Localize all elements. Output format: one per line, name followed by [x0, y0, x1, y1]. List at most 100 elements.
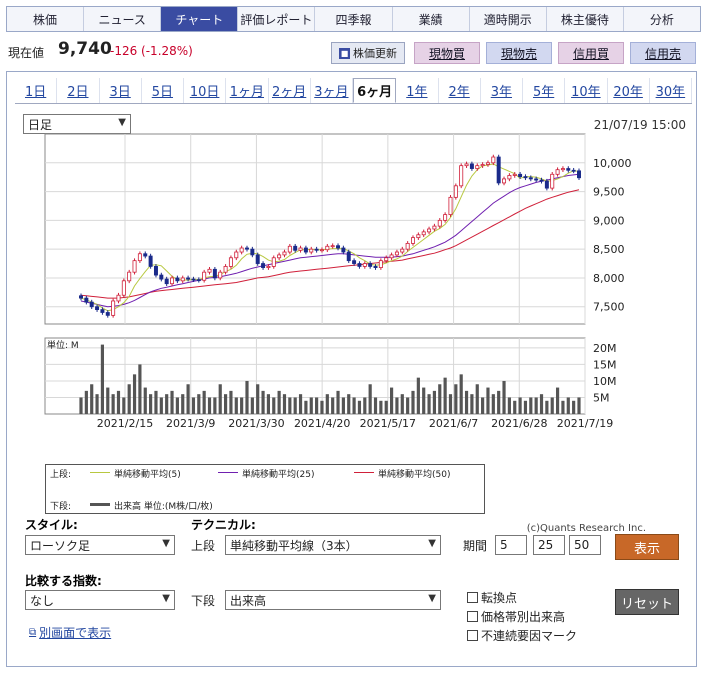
candle-body	[378, 260, 383, 268]
candle-body	[153, 266, 158, 276]
candle-body	[250, 248, 255, 256]
price-change: -126 (-1.28%)	[110, 44, 193, 58]
candle-body	[432, 225, 437, 230]
nav-tab[interactable]: 四季報	[315, 7, 393, 31]
sell-spot-button[interactable]: 現物売	[486, 42, 552, 64]
checkbox-box[interactable]	[467, 592, 478, 603]
open-new-window-link[interactable]: ⧉ 別画面で表示	[29, 624, 111, 641]
candle-body	[352, 260, 357, 264]
current-price-label: 現在値	[8, 46, 45, 60]
technical-label: テクニカル:	[191, 518, 256, 532]
period-tab[interactable]: 30年	[650, 78, 692, 103]
candle-body	[437, 219, 442, 227]
nav-tab[interactable]: 業績	[392, 7, 470, 31]
volume-bar	[127, 384, 131, 414]
nav-tab[interactable]: チャート	[161, 7, 239, 31]
volume-bar	[411, 390, 415, 414]
refresh-icon: ■	[339, 47, 350, 59]
period-tab[interactable]: 5日	[142, 78, 184, 103]
period-tab[interactable]: 10日	[184, 78, 227, 103]
period-label: 期間	[463, 539, 488, 553]
volume-bar	[100, 344, 105, 414]
show-button[interactable]: 表示	[615, 534, 679, 560]
style-select[interactable]: ローソク足 ▼	[25, 535, 175, 555]
nav-tab[interactable]: ニュース	[84, 7, 162, 31]
volume-bar	[347, 394, 351, 414]
candle-body	[523, 176, 528, 179]
candle-body	[528, 177, 533, 180]
lower-indicator-select[interactable]: 出来高 ▼	[225, 590, 441, 610]
candle-body	[207, 268, 212, 273]
candle-body	[496, 156, 501, 184]
candle-body	[443, 214, 448, 221]
upper-indicator-select[interactable]: 単純移動平均線（3本） ▼	[225, 535, 441, 555]
candle-body	[373, 266, 378, 268]
volume-bar	[550, 397, 554, 414]
volume-bar	[165, 394, 169, 414]
buy-margin-button[interactable]: 信用買	[558, 42, 624, 64]
candle-body	[518, 173, 523, 178]
compare-index-select[interactable]: なし ▼	[25, 590, 175, 610]
buy-spot-button[interactable]: 現物買	[414, 42, 480, 64]
refresh-price-button[interactable]: ■ 株価更新	[331, 42, 405, 64]
nav-tab[interactable]: 評価レポート	[238, 7, 316, 31]
volume-bar	[325, 394, 329, 414]
sell-margin-button[interactable]: 信用売	[630, 42, 696, 64]
nav-tab[interactable]: 分析	[623, 7, 700, 31]
candlestick-chart: 10,000 9,500 9,000 8,500 8,000 7,500 20M 15M 10M…	[44, 133, 632, 430]
nav-tab[interactable]: 株価	[7, 7, 85, 31]
period-tab[interactable]: 5年	[523, 78, 566, 103]
volume-by-price-checkbox[interactable]: 価格帯別出来高	[467, 608, 565, 625]
period-tab[interactable]: 3年	[481, 78, 523, 103]
candle-body	[271, 257, 276, 267]
candle-body	[202, 271, 207, 281]
period-tab[interactable]: 1ヶ月	[226, 78, 269, 103]
period-tab[interactable]: 1年	[396, 78, 439, 103]
turning-point-checkbox[interactable]: 転換点	[467, 589, 517, 606]
volume-bar	[497, 390, 501, 414]
period-input-1[interactable]: 5	[495, 535, 527, 555]
period-tab[interactable]: 10年	[565, 78, 608, 103]
period-input-3[interactable]: 50	[569, 535, 601, 555]
volume-bar	[272, 397, 276, 414]
period-tab[interactable]: 3日	[100, 78, 142, 103]
checkbox-box[interactable]	[467, 611, 478, 622]
period-tab[interactable]: 2ヶ月	[269, 78, 311, 103]
x-tick-label: 2021/4/20	[294, 417, 350, 430]
price-tick-label: 8,500	[593, 243, 625, 256]
lower-indicator-value: 出来高	[230, 593, 267, 608]
candle-body	[116, 294, 121, 302]
volume-bar	[481, 397, 485, 414]
discontinuity-mark-checkbox[interactable]: 不連続要因マーク	[467, 627, 577, 644]
chevron-down-icon: ▼	[162, 593, 170, 604]
candle-body	[560, 168, 565, 171]
upper-indicator-value: 単純移動平均線（3本）	[230, 538, 358, 553]
candle-body	[394, 251, 399, 256]
volume-bar	[282, 394, 287, 414]
volume-bar	[566, 397, 570, 414]
nav-tab[interactable]: 適時開示	[469, 7, 547, 31]
volume-bar	[513, 400, 517, 414]
period-tab[interactable]: 2年	[439, 78, 481, 103]
period-tab[interactable]: 20年	[608, 78, 650, 103]
period-tab[interactable]: 2日	[57, 78, 100, 103]
checkbox-box[interactable]	[467, 630, 478, 641]
reset-button[interactable]: リセット	[615, 589, 679, 615]
period-tab[interactable]: 1日	[15, 78, 58, 103]
volume-bar	[191, 397, 196, 414]
period-tab[interactable]: 6ヶ月	[353, 78, 397, 103]
volume-bar	[79, 397, 83, 414]
candle-body	[314, 248, 319, 251]
legend-volume-swatch	[90, 503, 110, 506]
volume-bar	[395, 397, 399, 414]
volume-bar	[122, 397, 126, 414]
candle-body	[325, 245, 330, 251]
period-tab[interactable]: 3ヶ月	[311, 78, 353, 103]
volume-bar	[186, 384, 190, 414]
period-input-2[interactable]: 25	[533, 535, 565, 555]
nav-tab[interactable]: 株主優待	[546, 7, 624, 31]
volume-bar	[507, 397, 511, 414]
volume-bar	[159, 397, 163, 414]
volume-bar	[223, 394, 228, 414]
candle-body	[84, 297, 89, 303]
